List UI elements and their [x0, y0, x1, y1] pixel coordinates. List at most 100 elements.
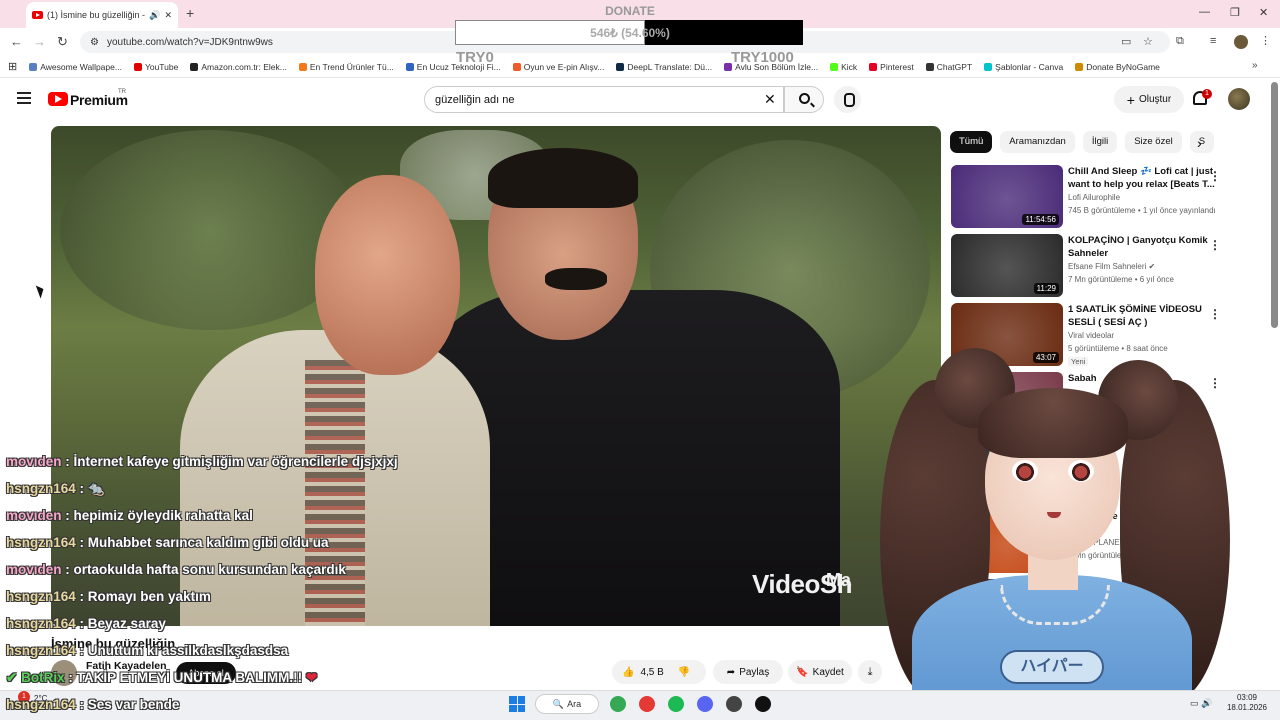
- bookmarks-bar: ⊞ Awesome Wallpape... YouTube Amazon.com.t…: [0, 56, 1280, 78]
- bookmark-item[interactable]: Awesome Wallpape...: [29, 62, 122, 72]
- account-avatar[interactable]: [1228, 88, 1250, 110]
- like-button[interactable]: 👍 4,5 B 👎: [612, 660, 706, 684]
- chat-line: hsngzn164 : Muhabbet sarınca kaldım gibi…: [6, 535, 329, 550]
- bookmark-item[interactable]: En Trend Ürünler Tü...: [298, 62, 394, 72]
- save-button[interactable]: 🔖 Kaydet: [788, 660, 852, 684]
- thumbs-down-icon[interactable]: 👎: [678, 667, 690, 678]
- chips-next-icon[interactable]: ›: [1197, 135, 1202, 151]
- bookmark-item[interactable]: YouTube: [133, 62, 178, 72]
- chrome-icon[interactable]: [610, 696, 626, 712]
- browser-tab[interactable]: (1) İsmine bu güzelliğin - Yo 🔊 ✕: [26, 2, 178, 28]
- chat-line: movıden : ortaokulda hafta sonu kursunda…: [6, 562, 346, 577]
- filter-chip[interactable]: İlgili: [1082, 131, 1118, 153]
- reload-button[interactable]: ↻: [57, 34, 68, 50]
- back-button[interactable]: ←: [10, 34, 23, 49]
- share-button[interactable]: ➦ Paylaş: [713, 660, 783, 684]
- recommendation-channel[interactable]: Viral videolar: [1068, 331, 1114, 340]
- recommendation-item[interactable]: 11:54:56 Chill And Sleep 💤 Lofi cat | jus…: [951, 165, 1269, 229]
- cast-icon[interactable]: ▭: [1121, 35, 1131, 48]
- extensions-icon[interactable]: ⧉: [1176, 35, 1184, 48]
- taskbar-search[interactable]: 🔍 Ara: [535, 694, 599, 714]
- bookmark-item[interactable]: Donate ByNoGame: [1075, 62, 1160, 72]
- search-input[interactable]: güzelliğin adı ne: [424, 86, 784, 113]
- duration-badge: 11:29: [1033, 283, 1059, 294]
- voice-search-icon[interactable]: [834, 86, 861, 113]
- more-options-icon[interactable]: ⋮: [1209, 307, 1221, 321]
- recommendation-meta: 5 görüntüleme • 8 saat önce: [1068, 344, 1168, 353]
- recommendation-thumbnail[interactable]: 11:54:56: [951, 165, 1063, 228]
- menu-icon[interactable]: ⋮: [1260, 34, 1271, 47]
- chat-line: hsngzn164 : Romayı ben yaktım: [6, 589, 211, 604]
- bookmark-item[interactable]: Oyun ve E-pin Alışv...: [512, 62, 604, 72]
- bookmark-item[interactable]: Pinterest: [869, 62, 914, 72]
- filter-chip[interactable]: Aramanızdan: [1000, 131, 1075, 153]
- like-count: 4,5 B: [640, 666, 664, 678]
- audio-icon[interactable]: 🔊: [149, 10, 160, 21]
- media-player-icon[interactable]: [639, 696, 655, 712]
- menu-hamburger-icon[interactable]: [17, 92, 31, 104]
- chat-message: Beyaz saray: [87, 616, 166, 631]
- filter-chip[interactable]: Size özel: [1125, 131, 1182, 153]
- taskbar-search-label: Ara: [567, 699, 582, 709]
- chat-line-last: hsngzn164 : Ses var bende: [6, 697, 180, 712]
- profile-avatar[interactable]: [1234, 35, 1248, 49]
- recommendation-channel[interactable]: Efsane Film Sahneleri ✔: [1068, 262, 1155, 271]
- minimize-button[interactable]: —: [1199, 6, 1210, 18]
- chat-username: movıden: [6, 454, 62, 469]
- video-person-left-trim: [305, 360, 365, 626]
- recommendation-title[interactable]: 1 SAATLİK ŞÖMİNE VİDEOSU SESLİ ( SESİ AÇ…: [1068, 303, 1218, 329]
- plus-icon: +: [1126, 91, 1135, 108]
- obs-icon[interactable]: [726, 696, 742, 712]
- chat-username: movıden: [6, 562, 62, 577]
- bookmark-label: Donate ByNoGame: [1086, 61, 1160, 72]
- clear-search-icon[interactable]: ✕: [764, 91, 776, 108]
- chat-message: Ses var bende: [87, 697, 180, 712]
- apps-grid-icon[interactable]: ⊞: [8, 60, 17, 73]
- more-bookmarks-icon[interactable]: »: [1252, 60, 1258, 71]
- bookmark-item[interactable]: Kick: [830, 62, 857, 72]
- bookmark-item[interactable]: Şablonlar - Canva: [984, 62, 1063, 72]
- more-options-icon[interactable]: ⋮: [1209, 169, 1221, 183]
- bookmark-favicon-icon: [616, 62, 625, 71]
- bookmark-star-icon[interactable]: ☆: [1143, 35, 1153, 48]
- chat-message: ortaokulda hafta sonu kursundan kaçardık: [73, 562, 346, 577]
- bookmark-item[interactable]: ChatGPT: [925, 62, 972, 72]
- close-window-button[interactable]: ✕: [1259, 6, 1268, 19]
- windows-start-icon[interactable]: [509, 696, 525, 712]
- capcut-icon[interactable]: [755, 696, 771, 712]
- search-button[interactable]: [784, 86, 824, 113]
- tab-close-icon[interactable]: ✕: [164, 10, 172, 21]
- youtube-favicon-icon: [32, 11, 43, 19]
- recommendation-item[interactable]: 11:29 KOLPAÇİNO | Ganyotçu Komik Sahneler…: [951, 234, 1269, 298]
- more-options-icon[interactable]: ⋮: [1209, 238, 1221, 252]
- maximize-button[interactable]: ❐: [1230, 6, 1240, 19]
- create-button[interactable]: + Oluştur: [1114, 86, 1184, 113]
- recommendation-title[interactable]: Chill And Sleep 💤 Lofi cat | just want t…: [1068, 165, 1218, 191]
- reading-list-icon[interactable]: ≡: [1210, 35, 1216, 47]
- discord-icon[interactable]: [697, 696, 713, 712]
- page-scrollbar[interactable]: [1271, 82, 1278, 328]
- bookmark-label: Şablonlar - Canva: [995, 61, 1064, 72]
- recommendation-thumbnail[interactable]: 11:29: [951, 234, 1063, 297]
- forward-button[interactable]: →: [33, 34, 46, 49]
- vtuber-shirt-label: ハイパー: [1000, 650, 1104, 684]
- recommendation-meta: 7 Mn görüntüleme • 6 yıl önce: [1068, 275, 1174, 284]
- site-info-icon[interactable]: ⚙: [90, 37, 99, 48]
- new-tab-button[interactable]: +: [186, 5, 194, 21]
- download-icon[interactable]: ⤓: [858, 660, 882, 684]
- spotify-icon[interactable]: [668, 696, 684, 712]
- filter-chip[interactable]: Tümü: [950, 131, 993, 153]
- bookmark-favicon-icon: [984, 62, 993, 71]
- more-options-icon[interactable]: ⋮: [1209, 376, 1221, 390]
- recommendation-title[interactable]: KOLPAÇİNO | Ganyotçu Komik Sahneler: [1068, 234, 1218, 260]
- taskbar-search-icon: 🔍: [552, 698, 565, 709]
- system-tray-icons[interactable]: ▭ 🔊: [1190, 698, 1212, 709]
- bookmark-item[interactable]: DeepL Translate: Dü...: [616, 62, 712, 72]
- recommendation-channel[interactable]: Lofi Ailurophile: [1068, 193, 1120, 202]
- taskbar-clock[interactable]: 03:09 18.01.2026: [1222, 693, 1272, 713]
- chat-message: İnternet kafeye gitmişliğim var öğrencil…: [73, 454, 398, 469]
- filter-chips: Tümü Aramanızdan İlgili Size özel S: [950, 131, 1215, 153]
- bookmark-item[interactable]: Amazon.com.tr: Elek...: [190, 62, 287, 72]
- youtube-logo-icon[interactable]: [48, 92, 68, 106]
- bot-message: TAKİP ETMEYİ UNUTMA BALIMM.!!: [76, 670, 303, 685]
